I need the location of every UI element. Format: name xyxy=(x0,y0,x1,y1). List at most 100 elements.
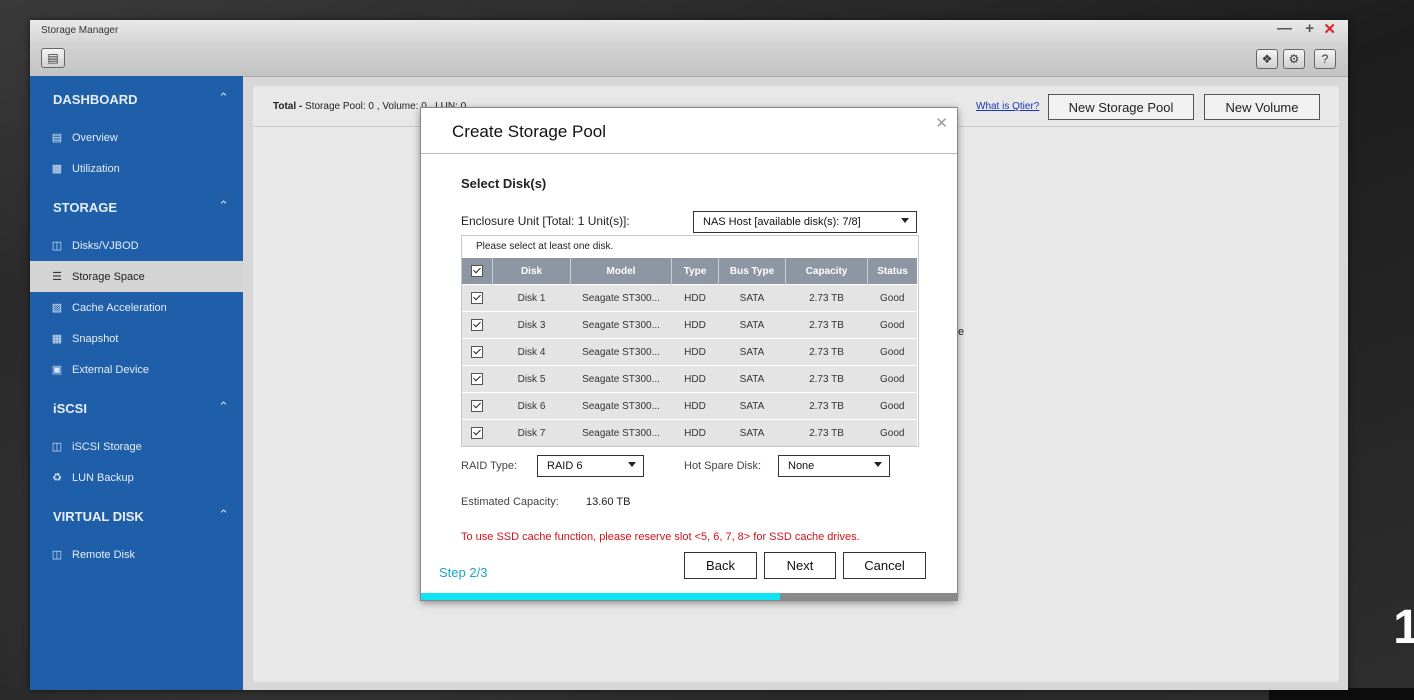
sidebar-item-utilization[interactable]: ▩ Utilization xyxy=(30,153,243,184)
sidebar-item-lun-backup[interactable]: ♻ LUN Backup xyxy=(30,462,243,493)
column-header[interactable]: Status xyxy=(867,258,917,285)
enclosure-select[interactable]: NAS Host [available disk(s): 7/8] xyxy=(693,211,917,233)
close-icon[interactable]: ✕ xyxy=(935,114,948,132)
model-cell: Seagate ST300... xyxy=(570,392,672,420)
sidebar-item-remote-disk[interactable]: ◫ Remote Disk xyxy=(30,539,243,570)
settings-gear-icon[interactable]: ⚙ xyxy=(1283,49,1305,69)
sidebar-item-storage-space[interactable]: ☰ Storage Space xyxy=(30,261,243,292)
column-header[interactable]: Model xyxy=(570,258,672,285)
capacity-cell: 2.73 TB xyxy=(785,284,868,312)
sidebar-item-label: Remote Disk xyxy=(72,548,135,561)
status-cell: Good xyxy=(867,284,917,312)
disk-table: Disk Model Type Bus Type Capacity Status… xyxy=(462,258,917,446)
menu-toggle-icon[interactable]: ▤ xyxy=(41,48,65,68)
column-header[interactable]: Capacity xyxy=(785,258,868,285)
type-cell: HDD xyxy=(671,392,719,420)
enclosure-label: Enclosure Unit [Total: 1 Unit(s)]: xyxy=(461,214,630,228)
lun-backup-icon: ♻ xyxy=(52,472,62,484)
table-row[interactable]: Disk 3 Seagate ST300... HDD SATA 2.73 TB… xyxy=(462,311,917,339)
row-checkbox-cell[interactable] xyxy=(462,365,493,393)
sidebar-item-snapshot[interactable]: ▦ Snapshot xyxy=(30,323,243,354)
raid-type-select[interactable]: RAID 6 xyxy=(537,455,644,477)
capacity-cell: 2.73 TB xyxy=(785,311,868,339)
bus-cell: SATA xyxy=(718,284,786,312)
sidebar-item-label: Snapshot xyxy=(72,332,119,345)
table-row[interactable]: Disk 7 Seagate ST300... HDD SATA 2.73 TB… xyxy=(462,419,917,446)
model-cell: Seagate ST300... xyxy=(570,338,672,366)
enclosure-value: NAS Host [available disk(s): 7/8] xyxy=(703,216,861,228)
row-checkbox-cell[interactable] xyxy=(462,338,493,366)
cancel-button[interactable]: Cancel xyxy=(843,552,926,579)
row-checkbox-cell[interactable] xyxy=(462,392,493,420)
row-checkbox-cell[interactable] xyxy=(462,419,493,446)
sidebar-item-cache[interactable]: ▨ Cache Acceleration xyxy=(30,292,243,323)
totals-prefix: Total - xyxy=(273,101,303,112)
disk-cell: Disk 6 xyxy=(492,392,571,420)
chevron-up-icon[interactable]: ⌃ xyxy=(218,399,229,415)
utilization-icon: ▩ xyxy=(51,163,63,175)
close-window-icon[interactable]: ✕ xyxy=(1323,20,1336,38)
disk-cell: Disk 7 xyxy=(492,419,571,446)
chevron-up-icon[interactable]: ⌃ xyxy=(218,507,229,523)
external-device-icon: ▣ xyxy=(51,364,63,376)
qtier-icon[interactable]: ❖ xyxy=(1256,49,1278,69)
hot-spare-select[interactable]: None xyxy=(778,455,890,477)
maximize-icon[interactable]: + xyxy=(1305,20,1314,37)
background-digit: 1 xyxy=(1393,601,1414,654)
section-dashboard[interactable]: DASHBOARD ⌃ xyxy=(30,76,243,122)
model-cell: Seagate ST300... xyxy=(570,365,672,393)
dropdown-arrow-icon xyxy=(901,218,909,223)
section-storage[interactable]: STORAGE ⌃ xyxy=(30,184,243,230)
sidebar-item-label: External Device xyxy=(72,363,150,376)
column-header[interactable]: Disk xyxy=(492,258,571,285)
table-row[interactable]: Disk 5 Seagate ST300... HDD SATA 2.73 TB… xyxy=(462,365,917,393)
section-iscsi[interactable]: iSCSI ⌃ xyxy=(30,385,243,431)
disk-cell: Disk 3 xyxy=(492,311,571,339)
row-checkbox[interactable] xyxy=(471,427,484,439)
sidebar-item-label: Storage Space xyxy=(72,270,145,283)
row-checkbox-cell[interactable] xyxy=(462,284,493,312)
status-cell: Good xyxy=(867,338,917,366)
table-row[interactable]: Disk 1 Seagate ST300... HDD SATA 2.73 TB… xyxy=(462,284,917,312)
row-checkbox[interactable] xyxy=(471,373,484,385)
minimize-icon[interactable]: — xyxy=(1277,20,1292,37)
sidebar: DASHBOARD ⌃ ▤ Overview ▩ Utilization STO… xyxy=(30,76,243,690)
section-label: iSCSI xyxy=(53,401,87,416)
help-icon[interactable]: ? xyxy=(1314,49,1336,69)
row-checkbox[interactable] xyxy=(471,292,484,304)
chevron-up-icon[interactable]: ⌃ xyxy=(218,198,229,214)
section-virtual-disk[interactable]: VIRTUAL DISK ⌃ xyxy=(30,493,243,539)
disk-icon: ◫ xyxy=(51,240,63,252)
row-checkbox[interactable] xyxy=(471,400,484,412)
row-checkbox[interactable] xyxy=(471,319,484,331)
select-all-checkbox[interactable] xyxy=(471,265,483,277)
select-all-cell[interactable] xyxy=(462,258,493,285)
sidebar-item-label: Disks/VJBOD xyxy=(72,239,139,252)
snapshot-icon: ▦ xyxy=(51,333,63,345)
status-cell: Good xyxy=(867,365,917,393)
new-storage-pool-button[interactable]: New Storage Pool xyxy=(1048,94,1194,120)
table-row[interactable]: Disk 6 Seagate ST300... HDD SATA 2.73 TB… xyxy=(462,392,917,420)
back-button[interactable]: Back xyxy=(684,552,757,579)
overview-icon: ▤ xyxy=(51,132,63,144)
row-checkbox-cell[interactable] xyxy=(462,311,493,339)
sidebar-item-label: iSCSI Storage xyxy=(72,440,142,453)
toolbar: ▤ ❖ ⚙ ? xyxy=(30,42,1348,77)
next-button[interactable]: Next xyxy=(764,552,836,579)
row-checkbox[interactable] xyxy=(471,346,484,358)
section-label: VIRTUAL DISK xyxy=(53,509,144,524)
disk-cell: Disk 4 xyxy=(492,338,571,366)
sidebar-item-label: Utilization xyxy=(72,162,120,175)
table-row[interactable]: Disk 4 Seagate ST300... HDD SATA 2.73 TB… xyxy=(462,338,917,366)
sidebar-item-overview[interactable]: ▤ Overview xyxy=(30,122,243,153)
sidebar-item-iscsi-storage[interactable]: ◫ iSCSI Storage xyxy=(30,431,243,462)
column-header[interactable]: Bus Type xyxy=(718,258,786,285)
sidebar-item-external[interactable]: ▣ External Device xyxy=(30,354,243,385)
what-is-qtier-link[interactable]: What is Qtier? xyxy=(976,101,1039,112)
type-cell: HDD xyxy=(671,365,719,393)
new-volume-button[interactable]: New Volume xyxy=(1204,94,1320,120)
column-header[interactable]: Type xyxy=(671,258,719,285)
raid-type-label: RAID Type: xyxy=(461,460,518,472)
chevron-up-icon[interactable]: ⌃ xyxy=(218,90,229,106)
sidebar-item-disks[interactable]: ◫ Disks/VJBOD xyxy=(30,230,243,261)
